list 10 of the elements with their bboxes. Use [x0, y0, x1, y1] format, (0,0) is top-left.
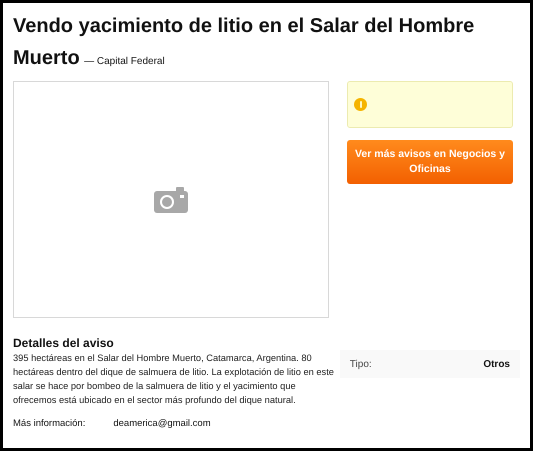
- more-info-label: Más información:: [13, 417, 86, 431]
- email-text: deamerica@gmail.com: [113, 417, 211, 431]
- attribute-value: Otros: [483, 358, 510, 372]
- more-listings-button[interactable]: Ver más avisos en Negocios y Oficinas: [347, 140, 513, 184]
- attribute-label: Tipo:: [350, 358, 372, 372]
- details-heading: Detalles del aviso: [13, 336, 115, 351]
- listing-title: Vendo yacimiento de litio en el Salar del Hombre Muerto — Capital Federal: [13, 14, 476, 71]
- alert-icon: [354, 98, 367, 111]
- details-description: 395 hectáreas en el Salar del Hombre Muerto, Catamarca, Argentina. 80 hectáreas dentro del dique de salmuera de litio. La explotación de litio en este salar se hace por bombeo de la salmuera de litio y el yacimiento que ofrecemos está ubicado en el sector más profundo del dique natural.: [13, 352, 335, 407]
- camera-icon: [154, 186, 188, 212]
